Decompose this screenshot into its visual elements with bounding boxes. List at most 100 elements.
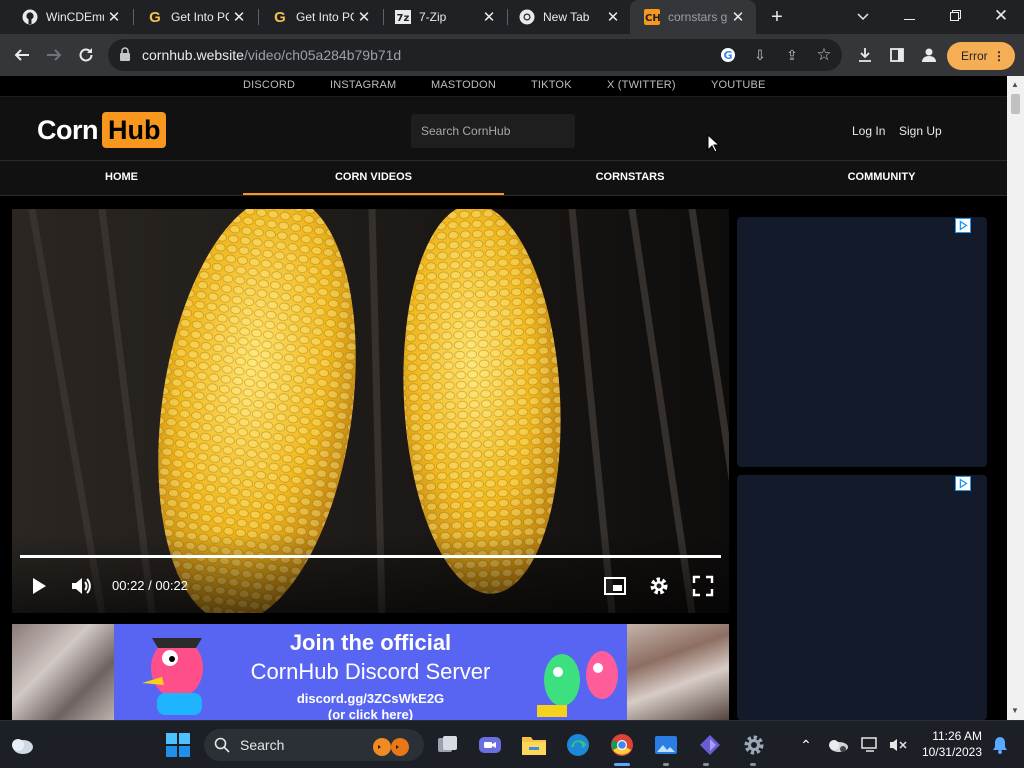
url-text: cornhub.website/video/ch05a284b79b71d xyxy=(142,47,401,63)
site-logo[interactable]: Corn Hub xyxy=(37,112,167,148)
main-nav: HOME CORN VIDEOS CORNSTARS COMMUNITY xyxy=(0,160,1007,196)
install-app-icon[interactable]: ⇩ xyxy=(749,44,771,66)
cornhub-icon: CH xyxy=(644,9,660,25)
app-indicator xyxy=(750,763,756,766)
tab-search-icon[interactable] xyxy=(840,0,886,34)
social-link-discord[interactable]: DISCORD xyxy=(243,79,295,91)
fullscreen-icon[interactable] xyxy=(690,573,716,599)
profile-icon[interactable] xyxy=(914,40,944,70)
forward-button[interactable] xyxy=(39,40,69,70)
network-sound-icon[interactable] xyxy=(884,731,912,759)
tab-wincdemu[interactable]: WinCDEmu ✕ xyxy=(8,0,132,34)
tab-title: Get Into PC xyxy=(296,10,354,24)
show-hidden-icons-chevron-icon[interactable]: ⌃ xyxy=(792,731,820,759)
close-tab-icon[interactable]: ✕ xyxy=(104,8,124,26)
progress-bar[interactable] xyxy=(20,555,721,558)
tab-getintopc-2[interactable]: G Get Into PC ✕ xyxy=(258,0,382,34)
power-automate-icon[interactable] xyxy=(696,731,724,759)
nav-home[interactable]: HOME xyxy=(0,161,243,195)
weather-icon[interactable] xyxy=(8,731,36,759)
share-icon[interactable]: ⇪ xyxy=(781,44,803,66)
settings-gear-icon[interactable] xyxy=(646,573,672,599)
close-tab-icon[interactable]: ✕ xyxy=(229,8,249,26)
teams-chat-icon[interactable] xyxy=(476,731,504,759)
task-view-icon[interactable] xyxy=(434,731,462,759)
social-link-tiktok[interactable]: TIKTOK xyxy=(531,79,572,91)
banner-heading: Join the official xyxy=(289,630,452,655)
ad-slot-1[interactable] xyxy=(737,217,987,467)
file-explorer-icon[interactable] xyxy=(520,731,548,759)
onedrive-icon[interactable] xyxy=(824,731,852,759)
photos-icon[interactable] xyxy=(652,731,680,759)
banner-invite-link[interactable]: discord.gg/3ZCsWkE2G xyxy=(114,691,627,706)
tab-title: New Tab xyxy=(543,10,590,24)
7zip-icon: 7z xyxy=(395,9,411,25)
settings-taskbar-icon[interactable] xyxy=(740,731,768,759)
side-panel-icon[interactable] xyxy=(882,40,912,70)
app-indicator xyxy=(703,763,709,766)
nav-cornstars[interactable]: CORNSTARS xyxy=(504,161,756,195)
bookmark-star-icon[interactable]: ☆ xyxy=(813,44,835,66)
site-header: Corn Hub Log In Sign Up xyxy=(0,96,1007,160)
display-icon[interactable] xyxy=(856,731,884,759)
lock-icon[interactable] xyxy=(120,47,130,61)
menu-dots-icon[interactable]: ⋮ xyxy=(993,42,1005,70)
edge-icon[interactable] xyxy=(564,731,592,759)
volume-icon[interactable] xyxy=(69,573,95,599)
close-tab-icon[interactable]: ✕ xyxy=(603,8,623,26)
system-clock[interactable]: 11:26 AM 10/31/2023 xyxy=(918,728,982,760)
scroll-thumb[interactable] xyxy=(1011,94,1020,114)
adchoices-icon[interactable] xyxy=(955,218,971,233)
picture-in-picture-icon[interactable] xyxy=(602,573,628,599)
getintopc-icon: G xyxy=(149,8,161,26)
social-link-youtube[interactable]: YOUTUBE xyxy=(711,79,766,91)
logo-text-left: Corn xyxy=(37,114,99,145)
address-bar[interactable]: cornhub.website/video/ch05a284b79b71d G … xyxy=(108,39,842,71)
error-button[interactable]: Error ⋮ xyxy=(947,42,1015,70)
chrome-taskbar-icon[interactable] xyxy=(608,731,636,759)
minimize-button[interactable] xyxy=(886,0,932,34)
reload-button[interactable] xyxy=(71,40,101,70)
nav-corn-videos[interactable]: CORN VIDEOS xyxy=(243,161,504,195)
tab-new-tab[interactable]: New Tab ✕ xyxy=(505,0,631,34)
video-player[interactable]: 00:22 / 00:22 xyxy=(12,209,729,613)
tab-getintopc-1[interactable]: G Get Into PC ✕ xyxy=(133,0,257,34)
google-lens-icon[interactable]: G xyxy=(717,44,739,66)
downloads-icon[interactable] xyxy=(850,40,880,70)
signup-link[interactable]: Sign Up xyxy=(899,124,942,138)
social-link-mastodon[interactable]: MASTODON xyxy=(431,79,496,91)
back-button[interactable] xyxy=(7,40,37,70)
banner-click-here[interactable]: (or click here) xyxy=(114,707,627,720)
scroll-down-arrow-icon[interactable]: ▼ xyxy=(1011,706,1019,715)
scroll-up-arrow-icon[interactable]: ▲ xyxy=(1011,80,1019,89)
chrome-icon xyxy=(519,9,535,25)
tab-strip: WinCDEmu ✕ G Get Into PC ✕ G Get Into PC… xyxy=(0,0,1024,34)
close-tab-icon[interactable]: ✕ xyxy=(728,8,748,26)
discord-banner[interactable]: Join the official CornHub Discord Server… xyxy=(12,624,729,720)
close-tab-icon[interactable]: ✕ xyxy=(479,8,499,26)
page-scrollbar[interactable]: ▲ ▼ xyxy=(1007,76,1024,720)
nav-community[interactable]: COMMUNITY xyxy=(756,161,1007,195)
close-window-button[interactable]: ✕ xyxy=(978,0,1024,34)
taskbar-search[interactable]: Search xyxy=(204,729,424,761)
play-icon[interactable] xyxy=(26,573,52,599)
social-link-instagram[interactable]: INSTAGRAM xyxy=(330,79,396,91)
social-link-x-twitter[interactable]: X (TWITTER) xyxy=(607,79,676,91)
adchoices-icon[interactable] xyxy=(955,476,971,491)
browser-toolbar: cornhub.website/video/ch05a284b79b71d G … xyxy=(0,34,1024,76)
ad-slot-2[interactable] xyxy=(737,475,987,720)
login-link[interactable]: Log In xyxy=(852,124,885,138)
close-tab-icon[interactable]: ✕ xyxy=(354,8,374,26)
mouse-cursor-icon xyxy=(707,134,721,153)
notification-bell-icon[interactable] xyxy=(986,731,1014,759)
search-icon xyxy=(214,737,230,753)
getintopc-icon: G xyxy=(274,8,286,26)
tab-title: WinCDEmu xyxy=(46,10,104,24)
restore-button[interactable] xyxy=(932,0,978,34)
new-tab-button[interactable]: + xyxy=(765,5,789,29)
tab-title: 7-Zip xyxy=(419,10,447,24)
start-icon[interactable] xyxy=(164,731,192,759)
tab-cornstars[interactable]: CH cornstars g ✕ xyxy=(630,0,756,34)
tab-7zip[interactable]: 7z 7-Zip ✕ xyxy=(381,0,507,34)
site-search-input[interactable] xyxy=(411,114,575,148)
